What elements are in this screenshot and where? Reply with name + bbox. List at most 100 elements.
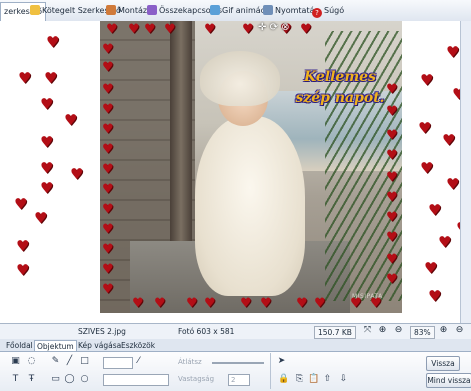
photo: Kellemes szép napot. MISIPATA ♥ ♥ ♥ ♥ ♥ ♥ ♥ ♥ ♥ ♥… — [100, 21, 402, 313]
circle-tool-icon[interactable]: ○ — [79, 374, 90, 385]
vertical-scrollbar[interactable] — [460, 21, 471, 323]
heart-icon: ♥ — [386, 148, 398, 163]
style-select[interactable] — [103, 374, 169, 386]
tab-print[interactable]: Nyomtatás — [263, 4, 319, 18]
line-tool-icon[interactable]: ╱ — [64, 356, 75, 367]
speech-bubble-icon[interactable]: ◌ — [26, 356, 37, 367]
status-file-size: 150.7 KB — [314, 326, 356, 339]
back-button[interactable]: Vissza — [426, 356, 460, 371]
paste-icon[interactable]: 📋 — [308, 374, 319, 385]
heart-icon: ♥ — [446, 175, 460, 193]
heart-icon: ♥ — [102, 222, 114, 237]
heart-icon: ♥ — [386, 252, 398, 267]
heart-icon: ♥ — [40, 159, 54, 177]
heart-icon: ♥ — [386, 272, 398, 287]
pen-tool-icon[interactable]: ✎ — [50, 356, 61, 367]
heart-icon: ♥ — [314, 296, 326, 311]
heart-icon: ♥ — [296, 296, 308, 311]
heart-icon: ♥ — [386, 82, 398, 97]
heart-icon: ♥ — [386, 170, 398, 185]
heart-icon: ♥ — [186, 296, 198, 311]
heart-icon: ♥ — [102, 82, 114, 97]
heart-icon: ♥ — [428, 287, 442, 305]
heart-icon: ♥ — [102, 282, 114, 297]
heart-icon: ♥ — [420, 71, 434, 89]
heart-icon: ♥ — [16, 261, 30, 279]
eyedropper-icon[interactable]: ⁄ — [133, 356, 144, 367]
heart-icon: ♥ — [106, 22, 118, 37]
heart-icon: ♥ — [300, 22, 312, 37]
heart-icon: ♥ — [132, 296, 144, 311]
text-tool-icon[interactable]: T — [10, 374, 21, 385]
shape-tool-icon[interactable]: ▭ — [50, 374, 61, 385]
greeting-text: Kellemes szép napot. — [285, 67, 395, 109]
heart-icon: ♥ — [260, 296, 272, 311]
print-icon — [263, 5, 273, 15]
tab-bar: zerkesztő Kötegelt Szerkesztő Montázs Ös… — [0, 0, 471, 22]
batch-editor-icon — [30, 5, 40, 15]
heart-icon: ♥ — [102, 42, 114, 57]
select-arrow-icon[interactable]: ➤ — [276, 356, 287, 367]
heart-icon: ♥ — [386, 128, 398, 143]
heart-icon: ♥ — [424, 259, 438, 277]
heart-icon: ♥ — [386, 190, 398, 205]
heart-icon: ♥ — [46, 33, 60, 51]
all-back-button[interactable]: Mind vissza — [426, 373, 471, 388]
layer-down-icon[interactable]: ⇩ — [338, 374, 349, 385]
ribbon-tab-home[interactable]: Főoldal — [4, 340, 35, 351]
heart-icon: ♥ — [428, 201, 442, 219]
heart-icon: ♥ — [386, 104, 398, 119]
thickness-field[interactable]: 2 — [228, 374, 250, 386]
heart-icon: ♥ — [40, 179, 54, 197]
heart-icon: ♥ — [420, 159, 434, 177]
combine-icon — [147, 5, 157, 15]
zoom-minus-icon[interactable]: ⊖ — [454, 325, 465, 336]
heart-icon: ♥ — [102, 242, 114, 257]
image-canvas[interactable]: ♥ ♥ ♥ ♥ ♥ ♥ ♥ ♥ ♥ ♥ ♥ ♥ ♥ Kellemes szép napot. MISIP… — [0, 21, 471, 323]
tab-montage[interactable]: Montázs — [106, 4, 151, 18]
text-style-icon[interactable]: Ŧ — [26, 374, 37, 385]
heart-icon: ♥ — [446, 43, 460, 61]
heart-icon: ♥ — [350, 296, 362, 311]
move-handle-icon[interactable]: ✛ — [258, 22, 266, 33]
heart-icon: ♥ — [40, 133, 54, 151]
opacity-slider[interactable] — [212, 362, 264, 364]
heart-icon: ♥ — [34, 209, 48, 227]
heart-icon: ♥ — [64, 111, 78, 129]
object-handles[interactable]: ✛ ⟳ ⊗ — [258, 22, 290, 33]
heart-icon: ♥ — [442, 131, 456, 149]
zoom-level: 83% — [410, 326, 435, 339]
wooden-post — [170, 21, 192, 271]
fit-window-icon[interactable]: ⤧ — [362, 325, 373, 336]
rectangle-tool-icon[interactable]: □ — [79, 356, 90, 367]
heart-icon: ♥ — [102, 102, 114, 117]
zoom-in-icon[interactable]: ⊕ — [377, 325, 388, 336]
heart-icon: ♥ — [14, 195, 28, 213]
heart-icon: ♥ — [44, 69, 58, 87]
copy-icon[interactable]: ⎘ — [294, 374, 305, 385]
heart-icon: ♥ — [204, 296, 216, 311]
heart-icon: ♥ — [16, 237, 30, 255]
tab-help[interactable]: ? Súgó — [312, 4, 344, 18]
heart-icon: ♥ — [102, 60, 114, 75]
heart-icon: ♥ — [204, 22, 216, 37]
girl-bonnet — [200, 51, 280, 106]
image-tool-icon[interactable]: ▣ — [10, 356, 21, 367]
layer-up-icon[interactable]: ⇧ — [322, 374, 333, 385]
color-swatch[interactable] — [103, 357, 133, 369]
zoom-plus-icon[interactable]: ⊕ — [438, 325, 449, 336]
ribbon-tab-tools[interactable]: Eszközök — [119, 340, 157, 351]
ribbon-tabs: Főoldal Objektum Kép vágása Eszközök — [0, 339, 471, 352]
heart-icon: ♥ — [18, 69, 32, 87]
ribbon-tab-crop[interactable]: Kép vágása — [76, 340, 123, 351]
help-icon: ? — [312, 8, 322, 18]
close-handle-icon[interactable]: ⊗ — [281, 22, 289, 33]
zoom-out-icon[interactable]: ⊖ — [393, 325, 404, 336]
gif-animation-icon — [210, 5, 220, 15]
ellipse-tool-icon[interactable]: ◯ — [64, 374, 75, 385]
heart-icon: ♥ — [102, 162, 114, 177]
greeting-line-2: szép napot. — [295, 90, 385, 106]
status-filename: SZIVES 2.jpg — [78, 327, 126, 336]
rotate-handle-icon[interactable]: ⟳ — [270, 22, 278, 33]
lock-icon[interactable]: 🔒 — [278, 374, 289, 385]
